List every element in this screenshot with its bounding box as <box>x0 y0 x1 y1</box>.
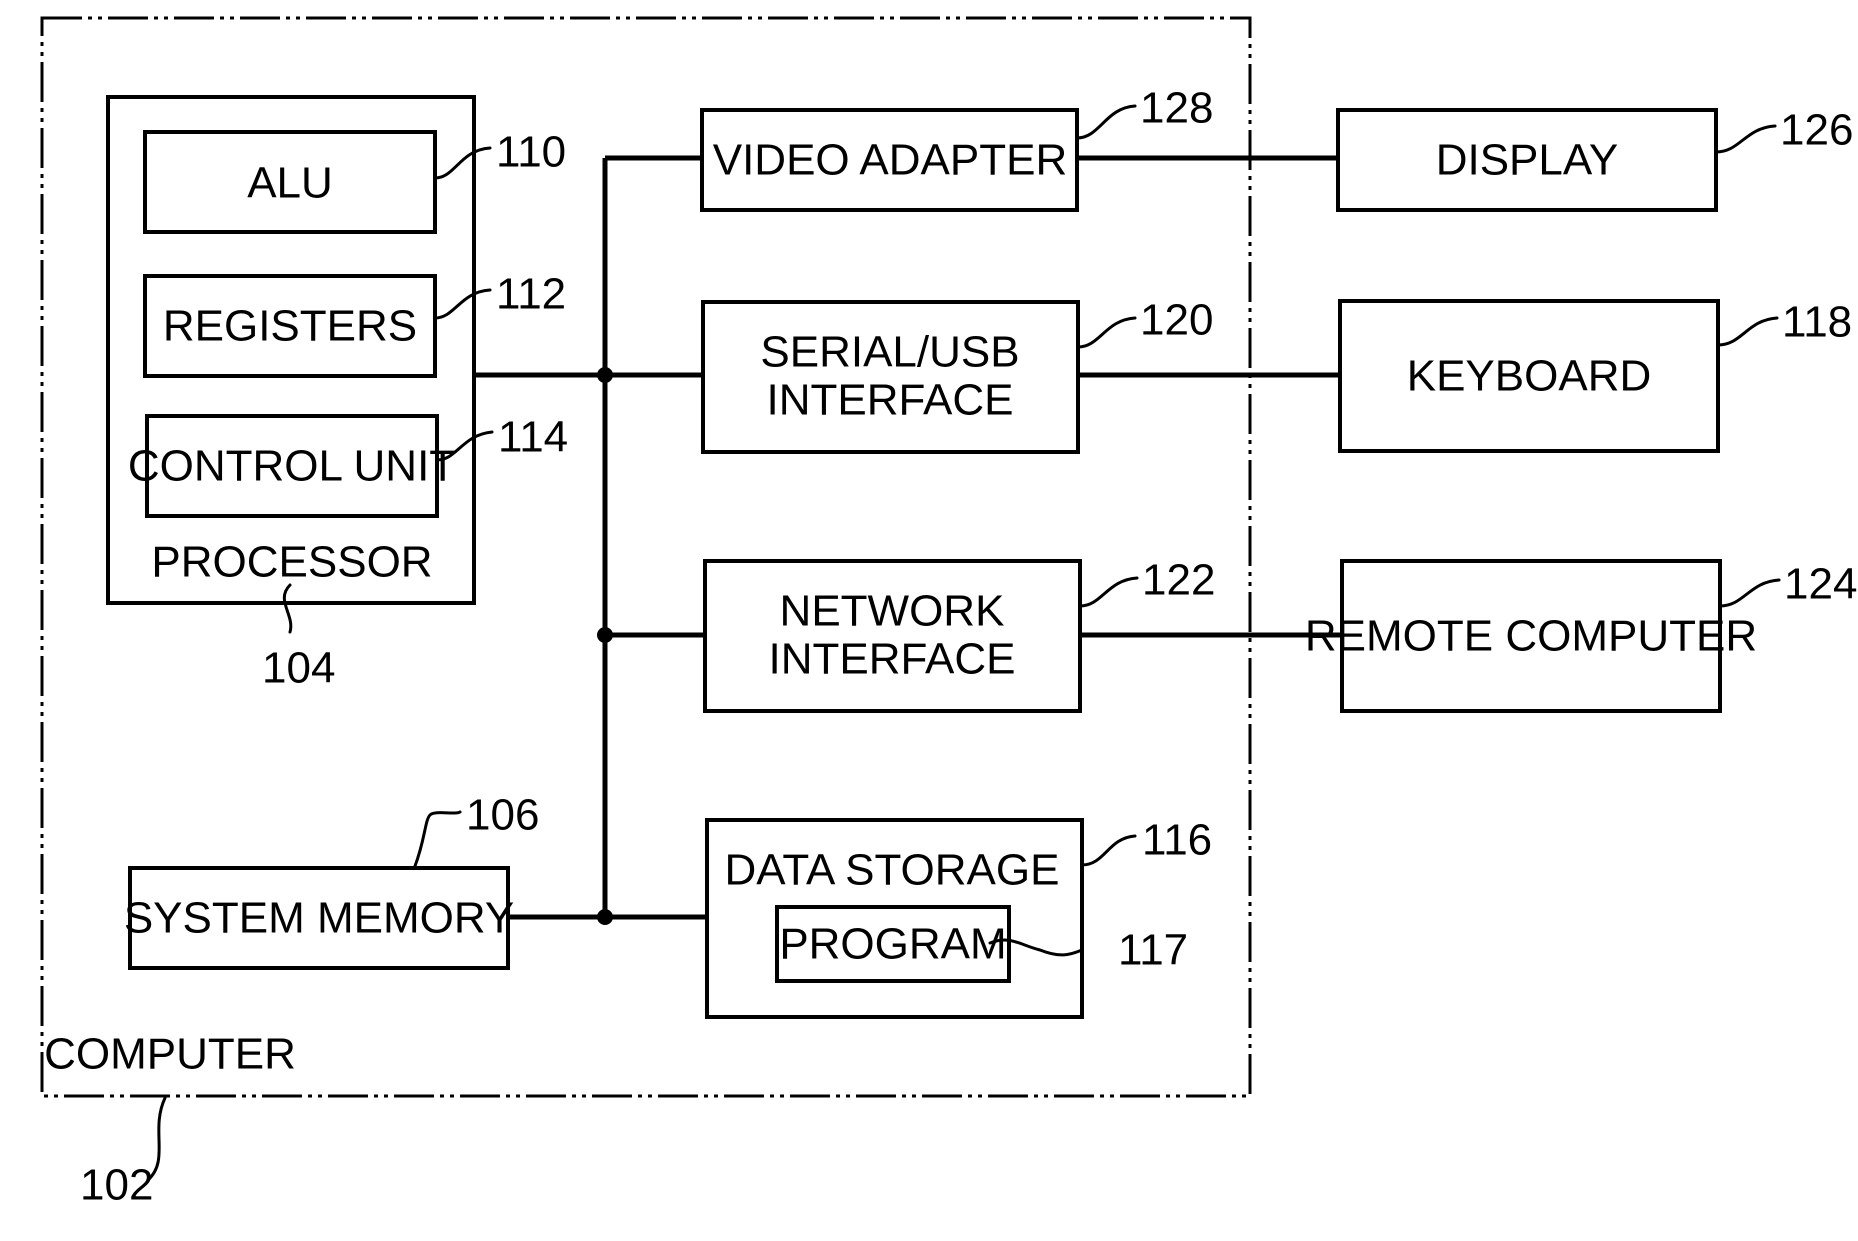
registers-ref: 112 <box>496 270 566 319</box>
keyboard-label: KEYBOARD <box>1407 352 1652 401</box>
network-interface-label-line1: NETWORK <box>780 587 1005 636</box>
alu-ref: 110 <box>496 128 566 177</box>
system-memory-ref: 106 <box>466 791 539 840</box>
remote-computer-ref: 124 <box>1784 560 1857 609</box>
data-storage-leader <box>1080 834 1137 867</box>
keyboard-ref: 118 <box>1782 298 1852 347</box>
processor-ref: 104 <box>262 644 335 693</box>
video-adapter-label: VIDEO ADAPTER <box>713 136 1068 185</box>
registers-label: REGISTERS <box>163 302 417 351</box>
processor-block: ALU REGISTERS CONTROL UNIT PROCESSOR 110… <box>106 95 568 693</box>
keyboard-leader <box>1716 316 1779 347</box>
junction-dot <box>597 909 613 925</box>
computer-label: COMPUTER <box>44 1030 296 1079</box>
system-memory-label: SYSTEM MEMORY <box>124 894 514 943</box>
network-interface-leader <box>1078 576 1139 608</box>
video-adapter-ref: 128 <box>1140 84 1213 133</box>
display-label: DISPLAY <box>1436 136 1619 185</box>
program-ref: 117 <box>1118 926 1188 975</box>
program-label: PROGRAM <box>779 920 1006 969</box>
data-storage-label: DATA STORAGE <box>725 846 1060 895</box>
control-unit-label: CONTROL UNIT <box>128 442 456 491</box>
alu-label: ALU <box>247 159 333 208</box>
serial-usb-leader <box>1076 316 1137 349</box>
control-unit-ref: 114 <box>498 413 568 462</box>
serial-usb-label-line2: INTERFACE <box>767 376 1014 425</box>
serial-usb-ref: 120 <box>1140 296 1213 345</box>
network-interface-ref: 122 <box>1142 556 1215 605</box>
display-ref: 126 <box>1780 106 1853 155</box>
processor-label: PROCESSOR <box>151 538 432 587</box>
video-adapter-leader <box>1075 104 1137 140</box>
junction-dot <box>597 627 613 643</box>
display-leader <box>1714 124 1777 154</box>
network-interface-label-line2: INTERFACE <box>769 635 1016 684</box>
serial-usb-label-line1: SERIAL/USB <box>760 328 1019 377</box>
computer-ref: 102 <box>80 1161 153 1210</box>
block-diagram: COMPUTER 102 ALU REGISTERS CONTROL UNIT … <box>40 16 1857 1210</box>
system-memory-leader <box>413 810 462 868</box>
junction-dot <box>597 367 613 383</box>
data-storage-ref: 116 <box>1142 816 1212 865</box>
remote-computer-leader <box>1718 578 1781 608</box>
remote-computer-label: REMOTE COMPUTER <box>1305 612 1757 661</box>
